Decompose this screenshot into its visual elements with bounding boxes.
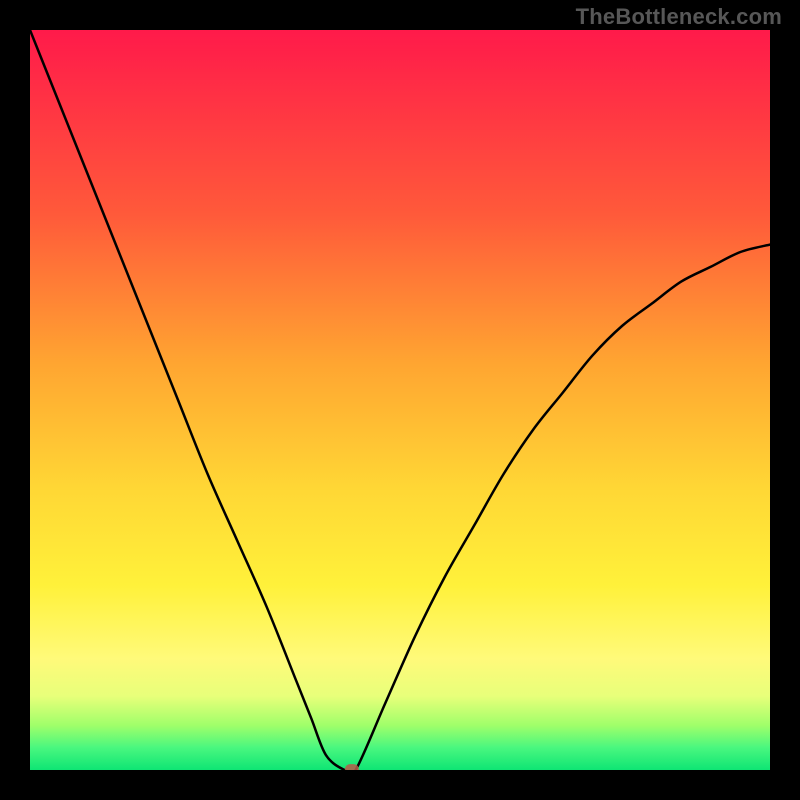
- minimum-marker: [345, 764, 359, 770]
- chart-svg: [30, 30, 770, 770]
- plot-area: [30, 30, 770, 770]
- curve-line: [30, 30, 770, 770]
- watermark-text: TheBottleneck.com: [576, 4, 782, 30]
- chart-frame: TheBottleneck.com: [0, 0, 800, 800]
